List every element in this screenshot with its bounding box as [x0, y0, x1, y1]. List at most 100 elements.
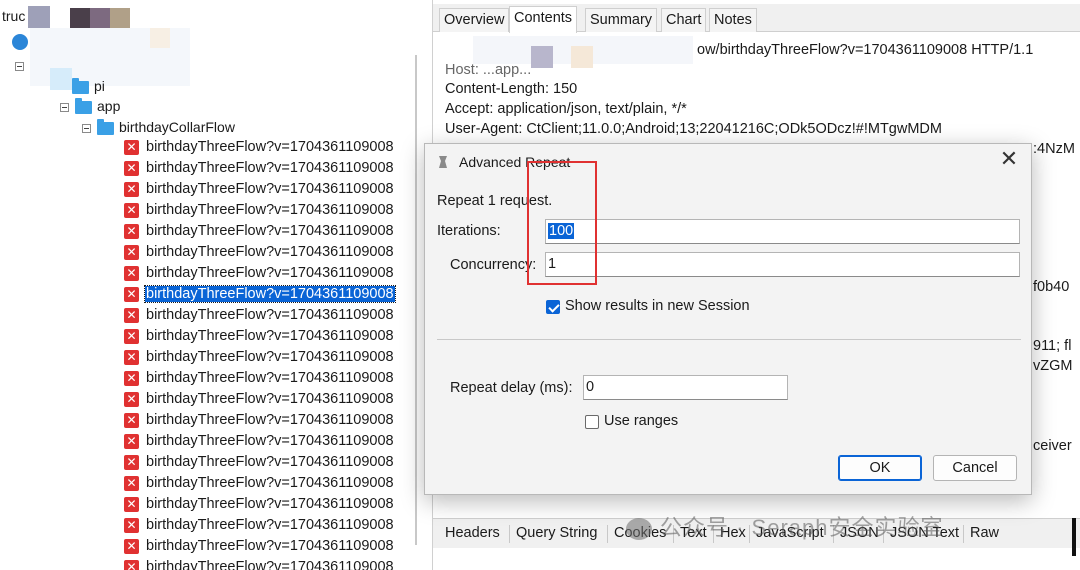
error-icon: ✕ — [124, 202, 139, 218]
error-icon: ✕ — [124, 517, 139, 533]
accept-header: Accept: application/json, text/plain, */… — [445, 101, 687, 117]
request-list-item[interactable]: ✕ birthdayThreeFlow?v=1704361109008 — [124, 473, 395, 494]
watermark: 公众号 · Seraph安全实验室 — [626, 510, 944, 542]
request-label: birthdayThreeFlow?v=1704361109008 — [146, 139, 394, 155]
request-label: birthdayThreeFlow?v=1704361109008 — [146, 244, 394, 260]
request-label: birthdayThreeFlow?v=1704361109008 — [146, 265, 394, 281]
pane-splitter[interactable] — [415, 55, 417, 545]
folder-label: birthdayCollarFlow — [119, 119, 235, 135]
request-list-item[interactable]: ✕ birthdayThreeFlow?v=1704361109008 — [124, 137, 395, 158]
error-icon: ✕ — [124, 391, 139, 407]
redaction-block — [70, 8, 90, 28]
error-icon: ✕ — [124, 370, 139, 386]
request-label: birthdayThreeFlow?v=1704361109008 — [146, 538, 394, 554]
tab-overview[interactable]: Overview — [439, 8, 510, 32]
request-list-item[interactable]: ✕ birthdayThreeFlow?v=1704361109008 — [124, 452, 395, 473]
collapse-icon[interactable] — [82, 123, 91, 133]
error-icon: ✕ — [124, 160, 139, 176]
repeat-delay-value: 0 — [586, 379, 595, 395]
tab-chart[interactable]: Chart — [661, 8, 707, 32]
repeat-delay-input[interactable]: 0 — [583, 375, 788, 400]
collapse-icon[interactable] — [60, 102, 69, 112]
request-list-item[interactable]: ✕ birthdayThreeFlow?v=1704361109008 — [124, 242, 395, 263]
request-list-item[interactable]: ✕ birthdayThreeFlow?v=1704361109008 — [124, 179, 395, 200]
error-icon: ✕ — [124, 538, 139, 554]
tab-separator — [509, 525, 510, 543]
request-label: birthdayThreeFlow?v=1704361109008 — [146, 412, 394, 428]
content-length-header: Content-Length: 150 — [445, 81, 578, 97]
error-icon: ✕ — [124, 454, 139, 470]
request-label: birthdayThreeFlow?v=1704361109008 — [146, 370, 394, 386]
request-label: birthdayThreeFlow?v=1704361109008 — [146, 181, 394, 197]
request-list-item[interactable]: ✕ birthdayThreeFlow?v=1704361109008 — [124, 221, 395, 242]
error-icon: ✕ — [124, 181, 139, 197]
tab-raw[interactable]: Raw — [970, 525, 999, 541]
ok-button[interactable]: OK — [838, 455, 922, 481]
folder-icon — [97, 118, 114, 135]
tree-folder-api[interactable]: pi — [72, 77, 105, 94]
cancel-button[interactable]: Cancel — [933, 455, 1017, 481]
raw-fragment: f0b40 — [1033, 279, 1070, 295]
request-list-item[interactable]: ✕ birthdayThreeFlow?v=1704361109008 — [124, 326, 395, 347]
redaction-block — [28, 6, 50, 28]
repeat-delay-label: Repeat delay (ms): — [450, 380, 573, 396]
request-list-item[interactable]: ✕ birthdayThreeFlow?v=1704361109008 — [124, 368, 395, 389]
concurrency-value: 1 — [548, 256, 557, 272]
error-icon: ✕ — [124, 559, 139, 570]
show-results-checkbox[interactable] — [546, 300, 560, 314]
request-list-item[interactable]: ✕ birthdayThreeFlow?v=1704361109008 — [124, 263, 395, 284]
request-list-item[interactable]: ✕ birthdayThreeFlow?v=1704361109008 — [124, 515, 395, 536]
request-label: birthdayThreeFlow?v=1704361109008 — [146, 307, 394, 323]
error-icon: ✕ — [124, 475, 139, 491]
error-icon: ✕ — [124, 265, 139, 281]
request-label: birthdayThreeFlow?v=1704361109008 — [146, 160, 394, 176]
tab-query-string[interactable]: Query String — [516, 525, 597, 541]
text-cursor-bar — [1072, 518, 1076, 556]
redaction-block — [110, 8, 130, 28]
request-label: birthdayThreeFlow?v=1704361109008 — [144, 285, 396, 303]
error-icon: ✕ — [124, 244, 139, 260]
request-list-item[interactable]: ✕ birthdayThreeFlow?v=1704361109008 — [124, 305, 395, 326]
raw-fragment: 911; fl — [1033, 338, 1072, 354]
tab-notes[interactable]: Notes — [709, 8, 757, 32]
request-list-item[interactable]: ✕ birthdayThreeFlow?v=1704361109008 — [124, 494, 395, 515]
iterations-input[interactable]: 100 — [545, 219, 1020, 244]
tab-contents[interactable]: Contents — [509, 6, 578, 33]
show-results-label: Show results in new Session — [565, 298, 750, 314]
raw-fragment: :4NzM — [1033, 141, 1075, 157]
request-label: birthdayThreeFlow?v=1704361109008 — [146, 454, 394, 470]
folder-label: pi — [94, 78, 105, 94]
use-ranges-label: Use ranges — [604, 413, 679, 429]
error-icon: ✕ — [124, 412, 139, 428]
request-list-item[interactable]: ✕ birthdayThreeFlow?v=1704361109008 — [124, 557, 395, 570]
raw-fragment: vZGM — [1033, 358, 1073, 374]
tab-separator — [963, 525, 964, 543]
request-list-item[interactable]: ✕ birthdayThreeFlow?v=1704361109008 — [124, 536, 395, 557]
request-list-item[interactable]: ✕ birthdayThreeFlow?v=1704361109008 — [124, 158, 395, 179]
tree-top-fragment: truc — [2, 8, 26, 24]
host-header: Host: ...app... — [445, 62, 532, 78]
tree-folder-app[interactable]: app — [60, 97, 120, 114]
request-list-item[interactable]: ✕ birthdayThreeFlow?v=1704361109008 — [124, 431, 395, 452]
request-list-item[interactable]: ✕ birthdayThreeFlow?v=1704361109008 — [124, 410, 395, 431]
close-icon[interactable]: ✕ — [997, 148, 1021, 172]
error-icon: ✕ — [124, 496, 139, 512]
request-list-item[interactable]: ✕ birthdayThreeFlow?v=1704361109008 — [124, 389, 395, 410]
raw-fragment: ceiver — [1033, 438, 1072, 454]
request-list-item[interactable]: ✕ birthdayThreeFlow?v=1704361109008 — [124, 284, 396, 305]
request-list-item[interactable]: ✕ birthdayThreeFlow?v=1704361109008 — [124, 200, 395, 221]
dialog-divider — [437, 339, 1021, 340]
redaction-block — [571, 46, 593, 68]
tree-folder-birthday-collar-flow[interactable]: birthdayCollarFlow — [82, 118, 235, 135]
request-list-item[interactable]: ✕ birthdayThreeFlow?v=1704361109008 — [124, 347, 395, 368]
concurrency-input[interactable]: 1 — [545, 252, 1020, 277]
folder-icon — [72, 77, 89, 94]
tab-headers[interactable]: Headers — [445, 525, 500, 541]
collapse-icon[interactable] — [15, 61, 24, 71]
tree-expander-root[interactable] — [15, 57, 30, 73]
request-label: birthdayThreeFlow?v=1704361109008 — [146, 349, 394, 365]
iterations-label: Iterations: — [437, 223, 501, 239]
use-ranges-checkbox[interactable] — [585, 415, 599, 429]
tab-summary[interactable]: Summary — [585, 8, 658, 32]
error-icon: ✕ — [124, 286, 139, 302]
